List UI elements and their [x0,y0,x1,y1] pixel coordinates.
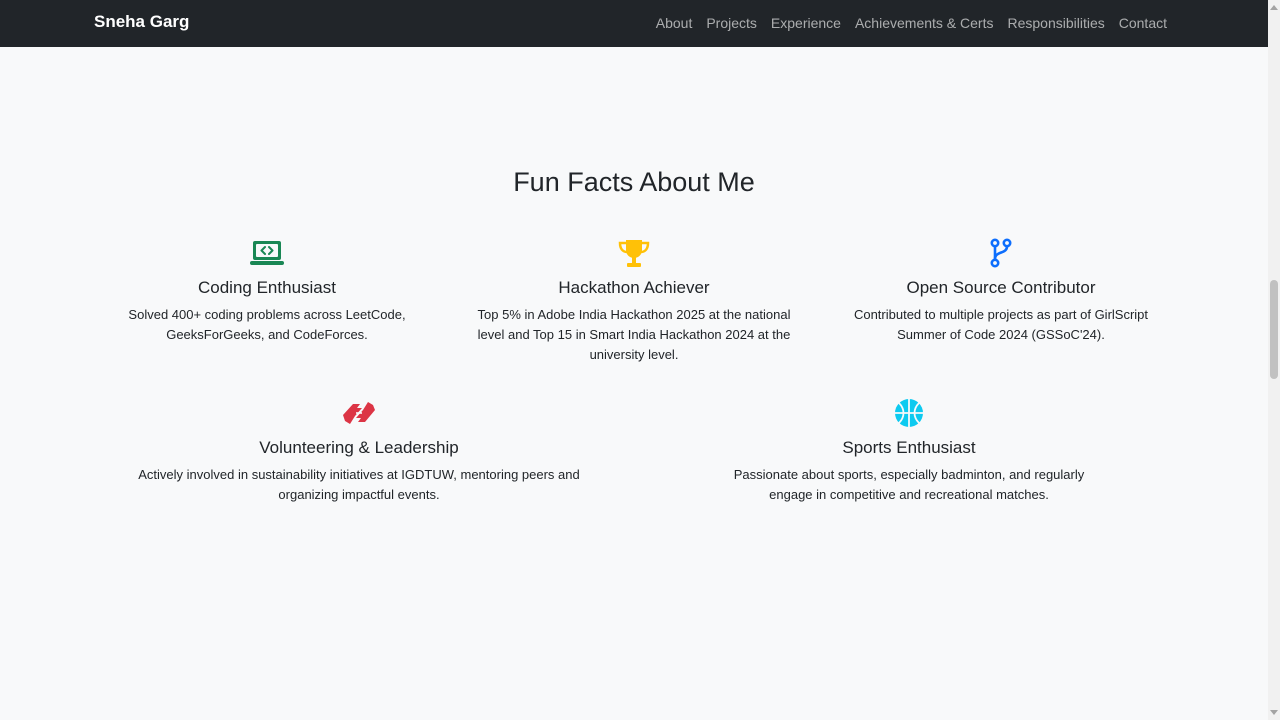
handshake-icon [136,397,582,429]
section-title: Fun Facts About Me [513,167,755,197]
scrollbar-thumb[interactable] [1270,280,1278,379]
brand-link[interactable]: Sneha Garg [94,12,189,32]
fact-text: Actively involved in sustainability init… [138,467,580,502]
fact-title: Open Source Contributor [906,278,1096,297]
basketball-icon [714,397,1104,429]
fact-text: Contributed to multiple projects as part… [853,307,1149,342]
nav-link-experience[interactable]: Experience [771,15,841,31]
nav-link-projects[interactable]: Projects [706,15,757,31]
fact-card-sports: Sports Enthusiast Passionate about sport… [714,397,1104,505]
fact-title: Hackathon Achiever [558,278,710,297]
scroll-down-arrow-icon[interactable] [1270,710,1278,715]
fact-card-coding: Coding Enthusiast Solved 400+ coding pro… [112,237,422,345]
fact-card-volunteering: Volunteering & Leadership Actively invol… [136,397,582,505]
laptop-code-icon [112,237,422,269]
fact-title: Volunteering & Leadership [259,438,459,457]
trophy-icon [468,237,800,269]
fact-card-open-source: Open Source Contributor Contributed to m… [840,237,1162,345]
fact-card-hackathon: Hackathon Achiever Top 5% in Adobe India… [468,237,800,365]
nav-link-contact[interactable]: Contact [1119,15,1167,31]
fact-title: Coding Enthusiast [198,278,336,297]
fact-text: Passionate about sports, especially badm… [733,467,1085,502]
fact-title: Sports Enthusiast [842,438,976,457]
navbar: Sneha Garg About Projects Experience Ach… [0,0,1268,47]
git-branch-icon [840,237,1162,269]
nav-links: About Projects Experience Achievements &… [656,15,1167,31]
page-scrollbar[interactable] [1268,0,1280,720]
nav-link-responsibilities[interactable]: Responsibilities [1007,15,1104,31]
nav-link-achievements[interactable]: Achievements & Certs [855,15,994,31]
nav-link-about[interactable]: About [656,15,693,31]
scroll-up-arrow-icon[interactable] [1270,5,1278,10]
fact-text: Solved 400+ coding problems across LeetC… [128,307,406,342]
fact-text: Top 5% in Adobe India Hackathon 2025 at … [477,307,791,362]
